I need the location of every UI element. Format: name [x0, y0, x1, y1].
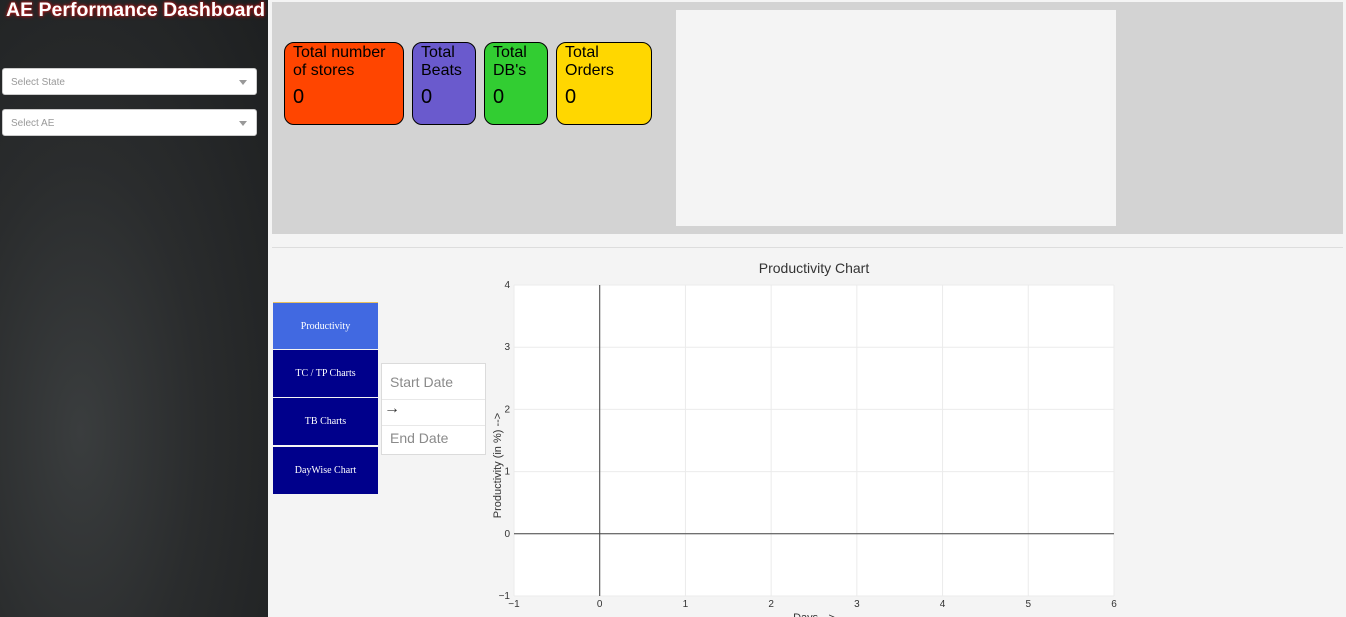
card-value: 0: [493, 86, 505, 108]
map-placeholder: [676, 10, 1116, 226]
app-title: AE Performance Dashboard: [6, 0, 265, 21]
x-tick-label: 0: [597, 599, 603, 610]
card-label: Beats: [421, 62, 462, 79]
x-axis-label: Days -->: [793, 612, 835, 617]
card-label: Total: [493, 44, 527, 61]
card-label: of stores: [293, 62, 355, 79]
ae-select[interactable]: Select AE: [2, 109, 257, 136]
card-value: 0: [565, 86, 577, 108]
divider: [382, 425, 485, 426]
y-axis-label: Productivity (in %) -->: [492, 413, 504, 518]
x-tick-label: 5: [1026, 599, 1032, 610]
card-label: Total number: [293, 44, 386, 61]
chart-title: Productivity Chart: [759, 260, 870, 276]
x-tick-label: 6: [1111, 599, 1117, 610]
x-tick-label: 3: [854, 599, 860, 610]
y-tick-label: 3: [504, 342, 510, 353]
total-dbs-card: Total DB's 0: [484, 42, 548, 125]
arrow-right-icon: →: [384, 400, 400, 417]
total-orders-card: Total Orders 0: [556, 42, 652, 125]
y-tick-label: 4: [504, 280, 510, 291]
x-tick-label: 2: [768, 599, 774, 610]
card-label: Total: [421, 44, 455, 61]
card-value: 0: [293, 86, 305, 108]
start-date-input[interactable]: Start Date: [390, 374, 453, 390]
x-tick-label: −1: [508, 599, 520, 610]
section-divider: [272, 247, 1343, 248]
state-select[interactable]: Select State: [2, 68, 257, 95]
tab-daywise-chart[interactable]: DayWise Chart: [273, 447, 378, 494]
chevron-down-icon: [239, 121, 247, 126]
card-label: Total: [565, 44, 599, 61]
total-beats-card: Total Beats 0: [412, 42, 476, 125]
y-tick-label: 1: [504, 467, 510, 478]
card-label: DB's: [493, 62, 527, 79]
kpi-panel: Total number of stores 0 Total Beats 0 T…: [272, 2, 1343, 234]
chevron-down-icon: [239, 80, 247, 85]
ae-select-placeholder: Select AE: [11, 118, 55, 129]
date-range-picker: Start Date → End Date: [381, 363, 486, 455]
tab-tc-tp-charts[interactable]: TC / TP Charts: [273, 350, 378, 397]
sidebar: AE Performance Dashboard Select State Se…: [0, 0, 268, 617]
tab-tb-charts[interactable]: TB Charts: [273, 398, 378, 445]
productivity-chart: −1 0 1 2 3 4 5 6 −1 0 1 2 3 4 Productivity Chart Days -…: [492, 260, 1117, 617]
card-label: Orders: [565, 62, 614, 79]
card-value: 0: [421, 86, 433, 108]
y-tick-label: −1: [499, 591, 511, 602]
plot-area: [514, 285, 1114, 596]
x-tick-label: 1: [683, 599, 689, 610]
tab-productivity[interactable]: Productivity: [273, 302, 378, 349]
end-date-input[interactable]: End Date: [390, 430, 448, 446]
state-select-placeholder: Select State: [11, 77, 65, 88]
y-tick-label: 2: [504, 404, 510, 415]
x-tick-label: 4: [940, 599, 946, 610]
y-tick-label: 0: [504, 529, 510, 540]
total-stores-card: Total number of stores 0: [284, 42, 404, 125]
